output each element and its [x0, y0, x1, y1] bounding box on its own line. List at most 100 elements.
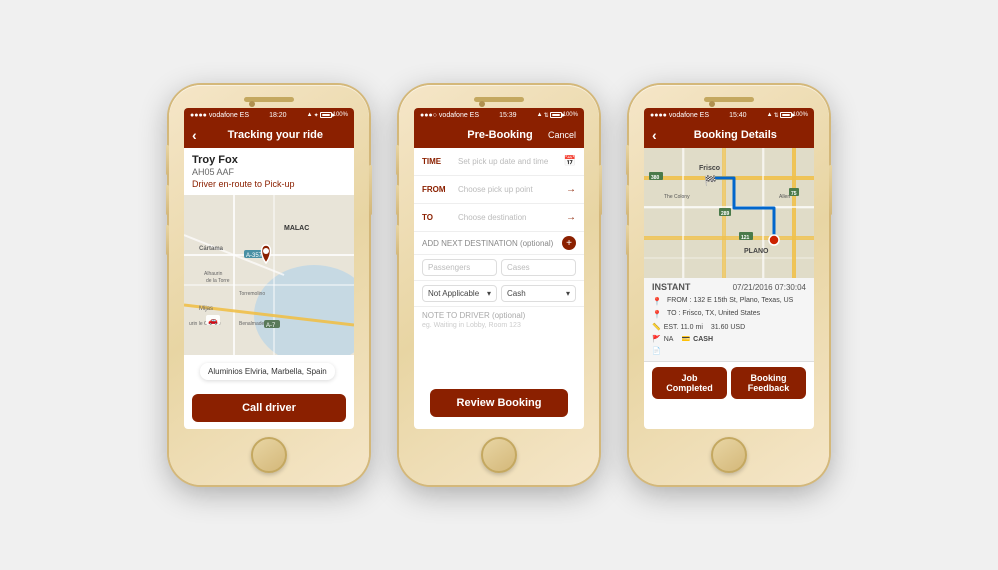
phone-2: ●●●○ vodafone ES 15:39 ▲ ⇅ 100% Pre-Book… — [399, 85, 599, 485]
phone-3-screen: ●●●● vodafone ES 15:40 ▲ ⇅ 100% ‹ Bookin… — [644, 108, 814, 429]
note-section: NOTE TO DRIVER (optional) eg. Waiting in… — [414, 307, 584, 333]
wifi-icon: ▲ — [307, 112, 313, 118]
carrier-info-3: ●●●● vodafone ES — [650, 112, 709, 119]
not-applicable-select[interactable]: Not Applicable ▾ — [422, 285, 497, 302]
prebooking-title: Pre-Booking — [467, 129, 532, 141]
back-button-1[interactable]: ‹ — [192, 127, 197, 143]
phone-2-screen: ●●●○ vodafone ES 15:39 ▲ ⇅ 100% Pre-Book… — [414, 108, 584, 429]
na-text: NA — [664, 336, 674, 343]
svg-text:de la Torre: de la Torre — [206, 278, 230, 284]
svg-text:Allen: Allen — [779, 194, 790, 200]
volume-up-button-3 — [626, 145, 629, 175]
battery-info-1: ▲ ✦ 100% — [307, 112, 348, 119]
location-container: Aluminios Elviria, Marbella, Spain — [184, 355, 354, 388]
prebooking-header: Pre-Booking Cancel — [414, 122, 584, 148]
add-destination-button[interactable]: + — [562, 236, 576, 250]
volume-up-button-2 — [396, 145, 399, 175]
svg-text:🚗: 🚗 — [208, 316, 218, 325]
note-placeholder[interactable]: eg. Waiting in Lobby, Room 123 — [422, 322, 576, 329]
map-svg-3: 380 75 289 121 Frisco The Colony PLANO A… — [644, 148, 814, 278]
svg-text:Torremolino: Torremolino — [239, 291, 265, 297]
front-camera-3 — [709, 101, 715, 107]
booking-details-section: INSTANT 07/21/2016 07:30:04 📍 FROM : 132… — [644, 278, 814, 362]
est-item: 📏 EST. 11.0 mi — [652, 323, 703, 331]
volume-down-button-2 — [396, 185, 399, 215]
front-camera — [249, 101, 255, 107]
note-label: NOTE TO DRIVER (optional) — [422, 311, 576, 320]
dropdown-arrow-2: ▾ — [566, 289, 570, 298]
booking-feedback-button[interactable]: Booking Feedback — [731, 367, 806, 399]
cash-text: CASH — [693, 336, 713, 343]
to-input[interactable]: Choose destination — [458, 213, 566, 222]
price-text: 31.60 USD — [711, 324, 745, 331]
calendar-icon: 📅 — [564, 156, 576, 167]
cases-input[interactable]: Cases — [501, 259, 576, 276]
home-button-3[interactable] — [711, 437, 747, 473]
svg-text:75: 75 — [791, 191, 797, 197]
svg-text:A-357: A-357 — [246, 253, 263, 259]
signal-dots: ●●●● — [190, 112, 207, 119]
from-row[interactable]: FROM Choose pick up point → — [414, 176, 584, 204]
wifi-icon-2: ▲ — [537, 112, 543, 118]
flag-icon: 🚩 — [652, 335, 661, 343]
to-row[interactable]: TO Choose destination → — [414, 204, 584, 232]
document-row: 📄 — [652, 345, 806, 357]
to-text: TO : Frisco, TX, United States — [667, 310, 760, 317]
battery-icon-3 — [780, 112, 792, 118]
home-button-2[interactable] — [481, 437, 517, 473]
cancel-button-2[interactable]: Cancel — [548, 130, 576, 140]
est-grid: 📏 EST. 11.0 mi 31.60 USD — [652, 321, 806, 333]
booking-datetime: 07/21/2016 07:30:04 — [733, 283, 806, 292]
dropdown-arrow-1: ▾ — [487, 289, 491, 298]
review-btn-container: Review Booking — [414, 377, 584, 429]
driver-status: Driver en-route to Pick-up — [192, 179, 346, 189]
carrier-info-1: ●●●● vodafone ES — [190, 112, 249, 119]
battery-icon-2 — [550, 112, 562, 118]
back-button-3[interactable]: ‹ — [652, 127, 657, 143]
to-arrow-icon: → — [566, 212, 576, 223]
job-completed-button[interactable]: Job Completed — [652, 367, 727, 399]
tracking-map: Cártama MALAC Alhaurin de la Torre Mijas… — [184, 195, 354, 355]
call-driver-button[interactable]: Call driver — [192, 394, 346, 422]
phone-3: ●●●● vodafone ES 15:40 ▲ ⇅ 100% ‹ Bookin… — [629, 85, 829, 485]
home-button-1[interactable] — [251, 437, 287, 473]
tracking-header: ‹ Tracking your ride — [184, 122, 354, 148]
location-label: Aluminios Elviria, Marbella, Spain — [200, 363, 335, 380]
phone-3-body: ●●●● vodafone ES 15:40 ▲ ⇅ 100% ‹ Bookin… — [629, 85, 829, 485]
passengers-input[interactable]: Passengers — [422, 259, 497, 276]
booking-row-header: INSTANT 07/21/2016 07:30:04 — [652, 282, 806, 292]
driver-name: Troy Fox — [192, 154, 346, 166]
svg-text:Mijas: Mijas — [199, 306, 213, 312]
svg-text:Alhaurin: Alhaurin — [204, 271, 223, 277]
passengers-cases-row: Passengers Cases — [414, 255, 584, 281]
booking-details-title: Booking Details — [665, 129, 806, 141]
phone-1-body: ●●●● vodafone ES 18:20 ▲ ✦ 100% ‹ Tracki… — [169, 85, 369, 485]
status-bar-1: ●●●● vodafone ES 18:20 ▲ ✦ 100% — [184, 108, 354, 122]
add-destination-row: ADD NEXT DESTINATION (optional) + — [414, 232, 584, 255]
power-button-3 — [829, 165, 832, 215]
svg-text:PLANO: PLANO — [744, 248, 769, 255]
from-input[interactable]: Choose pick up point — [458, 185, 566, 194]
time-2: 15:39 — [499, 112, 517, 119]
svg-text:Cártama: Cártama — [199, 246, 224, 252]
time-input[interactable]: Set pick up date and time — [458, 157, 564, 166]
booking-details-header: ‹ Booking Details — [644, 122, 814, 148]
svg-text:The Colony: The Colony — [664, 194, 690, 200]
payment-grid: 🚩 NA 💳 CASH — [652, 333, 806, 345]
status-bar-3: ●●●● vodafone ES 15:40 ▲ ⇅ 100% — [644, 108, 814, 122]
select-row: Not Applicable ▾ Cash ▾ — [414, 281, 584, 307]
svg-text:121: 121 — [741, 235, 750, 241]
signal-dots-2: ●●●○ — [420, 112, 437, 119]
cash-select[interactable]: Cash ▾ — [501, 285, 576, 302]
driver-plate: AH05 AAF — [192, 167, 346, 177]
time-1: 18:20 — [269, 112, 287, 119]
bluetooth-icon: ✦ — [314, 112, 319, 119]
svg-text:MALAC: MALAC — [284, 225, 309, 232]
svg-text:289: 289 — [721, 211, 730, 217]
svg-text:A-7: A-7 — [266, 323, 276, 329]
volume-down-button — [166, 185, 169, 215]
review-booking-button[interactable]: Review Booking — [430, 389, 568, 417]
phone-2-body: ●●●○ vodafone ES 15:39 ▲ ⇅ 100% Pre-Book… — [399, 85, 599, 485]
ruler-icon: 📏 — [652, 323, 661, 331]
driver-info: Troy Fox AH05 AAF Driver en-route to Pic… — [184, 148, 354, 195]
